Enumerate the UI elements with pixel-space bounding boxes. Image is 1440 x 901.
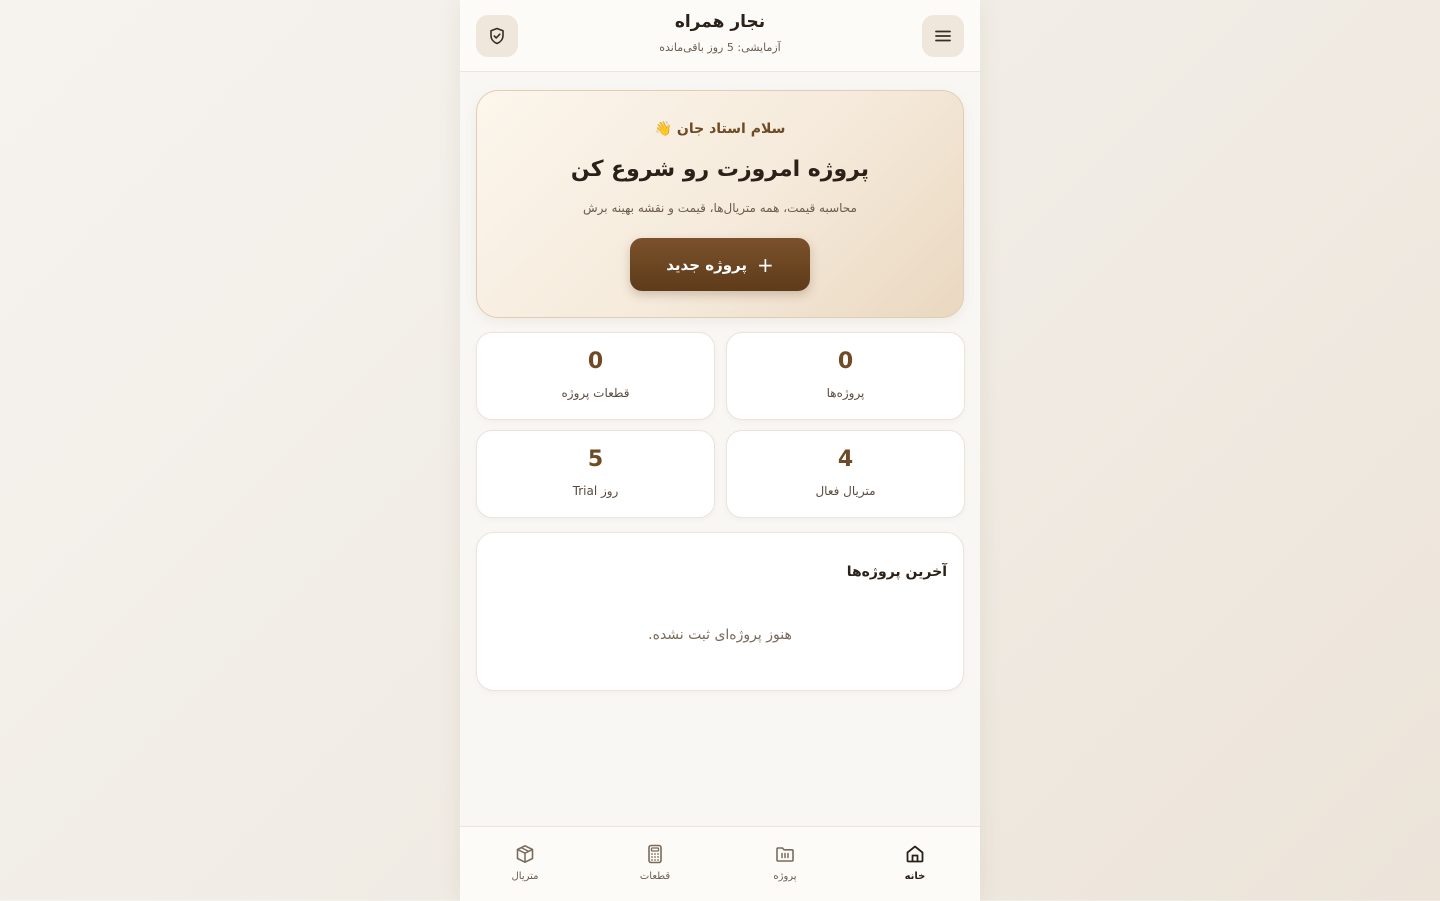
app-header: نجار همراه آزمایشی: 5 روز باقی‌مانده <box>460 0 980 72</box>
nav-label: پروژه <box>773 871 797 882</box>
stat-value: 0 <box>837 349 854 374</box>
stat-projects: 0 پروژه‌ها <box>726 332 965 420</box>
recent-projects-title: آخرین پروژه‌ها <box>846 564 947 580</box>
shield-check-icon <box>490 27 504 45</box>
hero-description: محاسبه قیمت، همه متریال‌ها، قیمت و نقشه … <box>583 201 857 215</box>
stat-trial-days: 5 روز Trial <box>476 430 715 518</box>
nav-materials[interactable]: متریال <box>460 827 590 901</box>
stat-label: پروژه‌ها <box>826 386 865 400</box>
stat-value: 5 <box>587 447 604 472</box>
greeting-text: سلام استاد جان 👋 <box>654 121 786 137</box>
empty-state-text: هنوز پروژه‌ای ثبت نشده. <box>648 627 792 643</box>
stat-project-parts: 0 قطعات پروژه <box>476 332 715 420</box>
nav-label: قطعات <box>639 871 671 882</box>
new-project-button[interactable]: + پروژه جدید <box>630 238 810 291</box>
home-icon <box>906 845 924 863</box>
hero-title: پروژه امروزت رو شروع کن <box>570 157 870 182</box>
stat-label: متریال فعال <box>815 484 876 498</box>
security-button[interactable] <box>476 15 518 57</box>
box-icon <box>516 845 534 863</box>
plus-icon: + <box>757 252 774 277</box>
trial-status: آزمایشی: 5 روز باقی‌مانده <box>659 41 781 54</box>
folder-icon <box>776 847 794 862</box>
stat-value: 0 <box>587 349 604 374</box>
nav-home[interactable]: خانه <box>850 827 980 901</box>
calculator-icon <box>648 844 662 864</box>
bottom-nav: خانه پروژه قطعات متریال <box>460 826 980 901</box>
app-frame: نجار همراه آزمایشی: 5 روز باقی‌مانده سلا… <box>460 0 980 901</box>
nav-label: متریال <box>511 871 539 882</box>
nav-project[interactable]: پروژه <box>720 827 850 901</box>
stat-label: روز Trial <box>572 484 619 498</box>
stat-active-materials: 4 متریال فعال <box>726 430 965 518</box>
nav-label: خانه <box>904 871 926 882</box>
new-project-label: پروژه جدید <box>666 255 748 274</box>
nav-parts[interactable]: قطعات <box>590 827 720 901</box>
stat-value: 4 <box>837 447 854 472</box>
recent-projects-card: آخرین پروژه‌ها هنوز پروژه‌ای ثبت نشده. <box>476 532 964 691</box>
stat-label: قطعات پروژه <box>561 386 630 400</box>
hero-card: سلام استاد جان 👋 پروژه امروزت رو شروع کن… <box>476 90 964 318</box>
app-title: نجار همراه <box>674 12 766 32</box>
